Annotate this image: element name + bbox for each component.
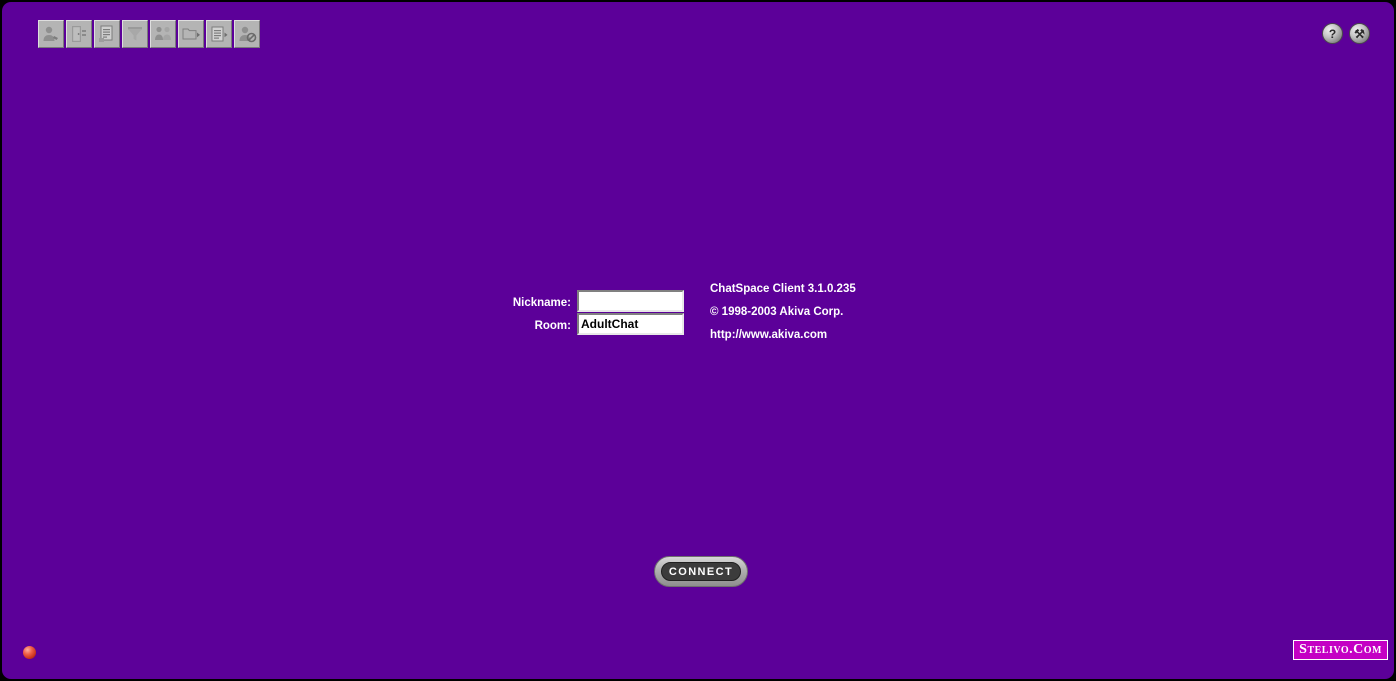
user-block-icon [237,24,257,44]
form-labels: Nickname: Room: [501,290,571,339]
nickname-label: Nickname: [512,297,571,309]
client-surface: ? ⚒ Nickname: Room: ChatSpace Client 3.1… [2,2,1394,679]
room-label: Room: [534,320,571,332]
user-profile-icon [41,24,61,44]
tools-button[interactable]: ⚒ [1349,23,1370,44]
help-button[interactable]: ? [1322,23,1343,44]
room-input[interactable] [577,313,684,335]
about-info: ChatSpace Client 3.1.0.235 © 1998-2003 A… [710,283,856,352]
toolbar-button-log[interactable] [206,20,232,48]
folder-arrow-icon [181,24,201,44]
document-list-icon [97,24,117,44]
door-exit-icon [69,24,89,44]
connect-button-label: CONNECT [661,562,741,581]
tools-icon: ⚒ [1354,26,1365,41]
notepad-arrow-icon [209,24,229,44]
website-url-text: http://www.akiva.com [710,329,828,341]
toolbar-button-user-profile[interactable] [38,20,64,48]
toolbar-button-folder[interactable] [178,20,204,48]
filter-funnel-icon [125,24,145,44]
toolbar-button-document-list[interactable] [94,20,120,48]
toolbar-button-door-exit[interactable] [66,20,92,48]
toolbar [38,20,260,48]
login-form: Nickname: Room: [501,290,684,339]
product-version-text: ChatSpace Client 3.1.0.235 [710,283,856,295]
nickname-input[interactable] [577,290,684,312]
form-fields [577,290,684,335]
toolbar-button-members[interactable] [150,20,176,48]
question-mark-icon: ? [1328,26,1337,41]
connect-button[interactable]: CONNECT [654,556,748,587]
application-window: ? ⚒ Nickname: Room: ChatSpace Client 3.1… [0,0,1396,681]
top-right-buttons: ? ⚒ [1322,23,1370,44]
connection-status-light [23,646,36,659]
copyright-text: © 1998-2003 Akiva Corp. [710,306,844,318]
toolbar-button-ignore-user[interactable] [234,20,260,48]
two-people-icon [153,24,173,44]
stelivo-logo: Stelivo.Com [1293,639,1388,660]
toolbar-button-filter[interactable] [122,20,148,48]
